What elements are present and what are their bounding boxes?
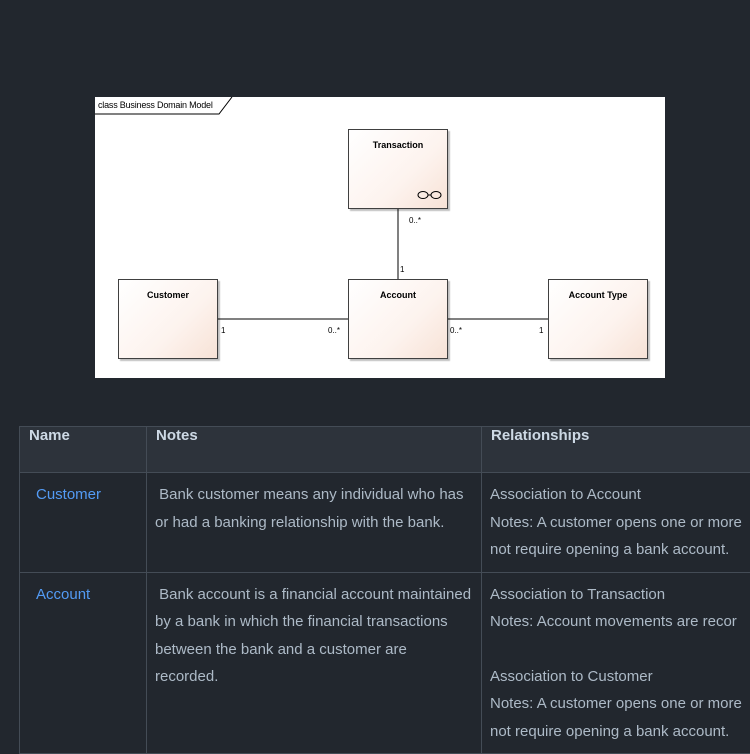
column-header-notes: Notes [147,427,482,473]
class-customer[interactable]: Customer [118,279,218,359]
relationship-notes: Notes: A customer opens one or more [490,690,750,718]
class-name: Account [349,290,447,300]
class-name: Transaction [349,140,447,150]
relationship-notes: Notes: Account movements are recor [490,608,750,636]
name-cell: Account [20,572,147,754]
class-account-type[interactable]: Account Type [548,279,648,359]
table-row: Account Bank account is a financial acco… [20,572,750,754]
relationship-notes: not require opening a bank account. [490,718,750,746]
notes-text: Bank customer means any individual who h… [155,486,468,531]
column-header-name: Name [20,427,147,473]
relationship-notes: Notes: A customer opens one or more [490,509,750,537]
notes-text: Bank account is a financial account main… [155,586,475,686]
relationship-title: Association to Customer [490,663,750,691]
relationships-cell: Association to Account Notes: A customer… [482,473,750,573]
table-header-row: Name Notes Relationships [20,427,750,473]
class-name: Customer [119,290,217,300]
uml-class-diagram: class Business Domain Model Transaction … [95,97,665,378]
name-cell: Customer [20,473,147,573]
table-row: Customer Bank customer means any individ… [20,473,750,573]
element-link-account[interactable]: Account [36,586,90,603]
relationships-cell: Association to Transaction Notes: Accoun… [482,572,750,754]
relationship-title: Association to Transaction [490,581,750,609]
relationship-spacer [490,636,750,663]
notes-cell: Bank customer means any individual who h… [147,473,482,573]
relationship-title: Association to Account [490,481,750,509]
relationship-notes: not require opening a bank account. [490,536,750,564]
multiplicity-label: 0..* [409,216,421,225]
notes-cell: Bank account is a financial account main… [147,572,482,754]
multiplicity-label: 1 [539,326,543,335]
association-class-icon [417,189,443,201]
element-link-customer[interactable]: Customer [36,486,101,503]
multiplicity-label: 1 [400,265,404,274]
column-header-relationships: Relationships [482,427,750,473]
multiplicity-label: 0..* [328,326,340,335]
class-account[interactable]: Account [348,279,448,359]
multiplicity-label: 1 [221,326,225,335]
multiplicity-label: 0..* [450,326,462,335]
class-name: Account Type [549,290,647,300]
class-transaction[interactable]: Transaction [348,129,448,209]
elements-table: Name Notes Relationships Customer Bank c… [19,426,750,754]
